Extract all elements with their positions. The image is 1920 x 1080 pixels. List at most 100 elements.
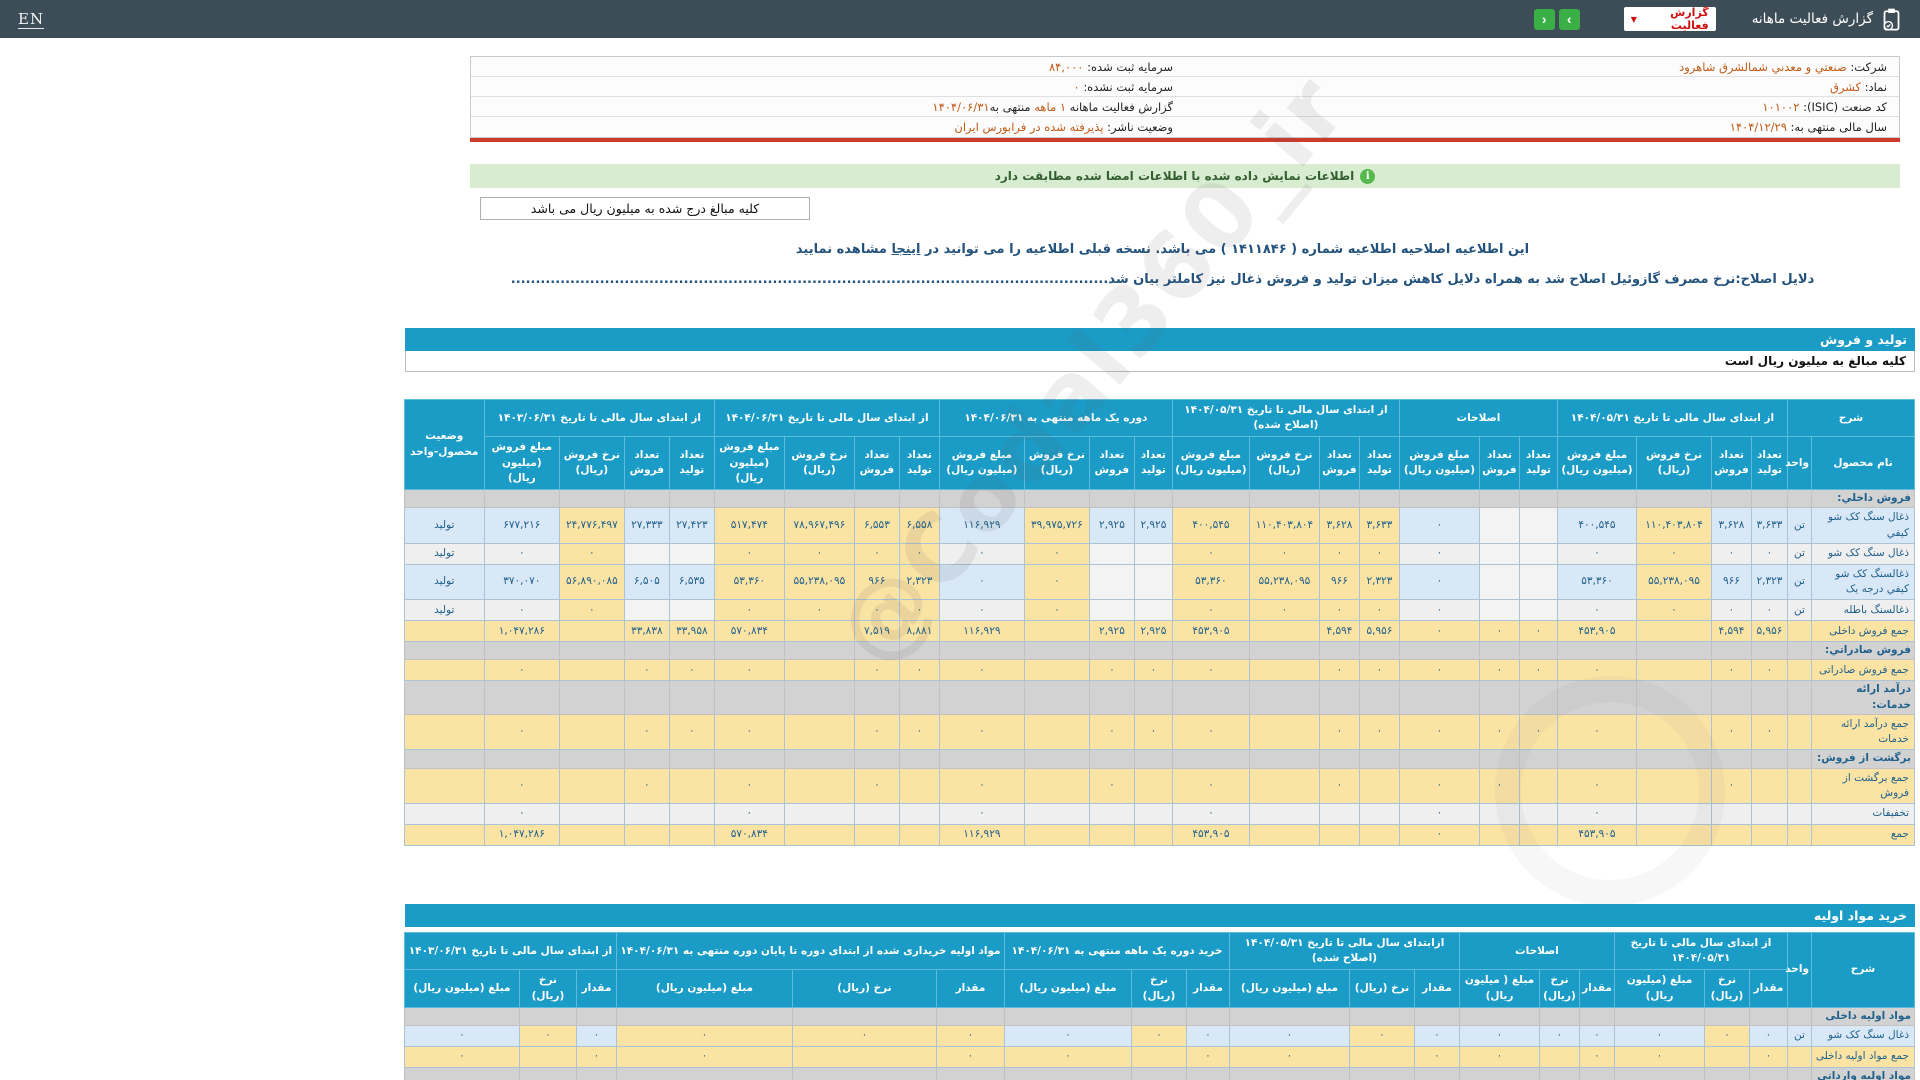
column-header: مبلغ فروش (میلیون ریال) (484, 437, 559, 490)
value-cell: ۰ (1319, 714, 1359, 749)
section-cell (484, 681, 559, 714)
amendment-notice-text: این اطلاعیه اصلاحیه اطلاعیه شماره ( ۱۴۱۱… (920, 242, 1529, 257)
value-cell: ۰ (1229, 1026, 1349, 1047)
value-cell: ۰ (1172, 660, 1249, 681)
report-type-dropdown[interactable]: گزارش فعالیت ▼ (1624, 7, 1716, 31)
section-cell (939, 681, 1024, 714)
status-cell (404, 660, 484, 681)
unit-cell: تن (1788, 543, 1812, 564)
section-cell (1637, 681, 1712, 714)
value-cell: ۴۵۳,۹۰۵ (1557, 621, 1636, 642)
value-cell: ۵۵,۲۳۸,۰۹۵ (1637, 564, 1712, 599)
value-cell (1024, 824, 1089, 845)
value-cell: ۰ (1359, 660, 1399, 681)
section-cell (1712, 681, 1752, 714)
column-header: نرخ (ریال) (1131, 970, 1186, 1007)
value-cell: ۳,۶۲۸ (1319, 508, 1359, 543)
value-cell (1637, 714, 1712, 749)
value-cell (1249, 621, 1319, 642)
value-cell: ۰ (1519, 621, 1557, 642)
section-label: برگشت از فروش: (1812, 750, 1915, 768)
column-group-header: مواد اولیه خریداری شده از ابتدای دوره تا… (616, 932, 1004, 969)
section-cell (1519, 750, 1557, 768)
value-cell (1479, 803, 1519, 824)
value-cell: ۰ (1712, 600, 1752, 621)
section-cell (1134, 750, 1172, 768)
value-cell (792, 1047, 936, 1068)
value-cell (1519, 600, 1557, 621)
value-cell: ۰ (939, 660, 1024, 681)
product-name-header: نام محصول (1812, 437, 1915, 490)
column-header: تعداد تولید (1134, 437, 1172, 490)
nav-left-button[interactable]: ‹ (1534, 9, 1555, 30)
section-cell (1752, 490, 1788, 508)
table-row: جمع فروش صادراتی۰۰۰۰۰۰۰۰۰۰۰۰۰۰۰۰۰۰ (404, 660, 1914, 681)
previous-version-link[interactable]: اینجا (892, 242, 921, 257)
value-cell: ۰ (484, 803, 559, 824)
section-cell (1089, 490, 1134, 508)
value-cell: ۰ (939, 600, 1024, 621)
value-cell (559, 768, 624, 803)
value-cell: ۲۷,۴۲۳ (669, 508, 714, 543)
value-cell: ۰ (1359, 714, 1399, 749)
value-cell: ۶,۵۳۵ (669, 564, 714, 599)
value-cell: ۰ (1172, 768, 1249, 803)
fiscal-year-label: سال مالی منتهی به: (1791, 120, 1887, 134)
column-header: تعداد فروش (1479, 437, 1519, 490)
section-cell (1752, 642, 1788, 660)
section-cell (1319, 681, 1359, 714)
value-cell: ۴,۵۹۴ (1319, 621, 1359, 642)
section-cell (1519, 642, 1557, 660)
section-cell (484, 490, 559, 508)
value-cell (624, 824, 669, 845)
value-cell (1519, 508, 1557, 543)
value-cell: ۰ (1172, 543, 1249, 564)
value-cell: ۰ (484, 543, 559, 564)
value-cell (1479, 508, 1519, 543)
section-cell (1024, 681, 1089, 714)
nav-right-button[interactable]: › (1559, 9, 1580, 30)
section-cell (484, 750, 559, 768)
product-name-cell: جمع فروش صادراتی (1812, 660, 1915, 681)
column-header: مبلغ فروش (میلیون ریال) (714, 437, 784, 490)
symbol-row: نماد: کشرق (1185, 77, 1899, 97)
section-cell (576, 1007, 616, 1025)
period-prefix: گزارش فعالیت ماهانه (1066, 100, 1173, 114)
value-cell: ۱,۰۴۷,۲۸۶ (484, 621, 559, 642)
clipboard-report-icon (1881, 7, 1902, 32)
value-cell: ۰ (1024, 600, 1089, 621)
info-icon: i (1360, 169, 1375, 184)
value-cell: ۰ (899, 543, 939, 564)
section-cell (1131, 1068, 1186, 1080)
section-cell (1186, 1007, 1229, 1025)
value-cell (1479, 824, 1519, 845)
section-cell (1089, 750, 1134, 768)
value-cell: ۰ (1580, 1047, 1615, 1068)
value-cell: ۰ (624, 660, 669, 681)
language-en-link[interactable]: EN (18, 10, 44, 29)
status-cell: تولید (404, 543, 484, 564)
value-cell (784, 803, 854, 824)
section-cell (1712, 490, 1752, 508)
product-name-cell: تخفیفات (1812, 803, 1915, 824)
value-cell: ۰ (1479, 768, 1519, 803)
value-cell: ۰ (854, 660, 899, 681)
value-cell: ۰ (1399, 824, 1479, 845)
value-cell (784, 621, 854, 642)
section-cell (784, 681, 854, 714)
amendment-notice: این اطلاعیه اصلاحیه اطلاعیه شماره ( ۱۴۱۱… (410, 242, 1915, 257)
value-cell: ۰ (1004, 1047, 1131, 1068)
page-title: گزارش فعالیت ماهانه (1752, 11, 1873, 27)
column-header: نرخ فروش (ریال) (1637, 437, 1712, 490)
value-cell (1134, 824, 1172, 845)
value-cell: ۰ (1319, 768, 1359, 803)
section-cell (1788, 642, 1812, 660)
section-cell (1788, 681, 1812, 714)
section-cell (1788, 1068, 1812, 1080)
value-cell: ۰ (559, 543, 624, 564)
value-cell: ۰ (714, 600, 784, 621)
column-header: نرخ (ریال) (1540, 970, 1580, 1007)
section-cell (404, 490, 484, 508)
section-cell (1349, 1007, 1414, 1025)
column-header: مبلغ (میلیون ریال) (616, 970, 792, 1007)
